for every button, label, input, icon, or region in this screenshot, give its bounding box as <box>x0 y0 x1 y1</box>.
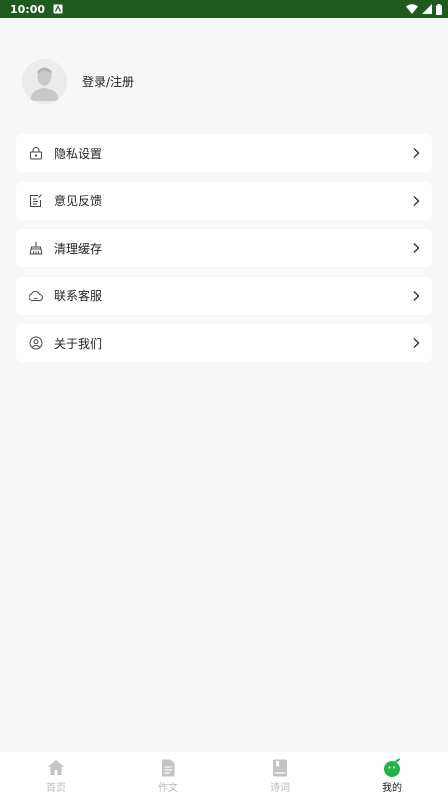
menu-item-feedback[interactable]: 意见反馈 <box>16 181 432 220</box>
lock-icon <box>28 145 44 161</box>
tab-label-essay: 作文 <box>158 783 178 794</box>
wifi-icon <box>406 4 418 14</box>
user-circle-icon <box>28 335 44 351</box>
signal-icon <box>422 4 432 14</box>
tab-essay[interactable]: 作文 <box>112 752 224 798</box>
status-time: 10:00 <box>10 2 46 16</box>
settings-menu: 隐私设置 意见反馈 清理缓存 联系客服 关于我们 <box>16 134 432 372</box>
battery-icon <box>436 3 442 15</box>
menu-label-privacy: 隐私设置 <box>54 146 103 161</box>
tab-label-home: 首页 <box>46 783 66 794</box>
menu-item-customer-service[interactable]: 联系客服 <box>16 276 432 315</box>
menu-label-customer-service: 联系客服 <box>54 289 103 303</box>
tab-label-poetry: 诗词 <box>270 783 290 794</box>
document-icon <box>162 759 175 777</box>
menu-item-about-us[interactable]: 关于我们 <box>16 324 432 362</box>
chevron-right-icon <box>413 338 420 348</box>
chevron-right-icon <box>413 243 420 253</box>
bottom-tab-bar: 首页 作文 诗词 我的 <box>0 752 448 798</box>
tab-poetry[interactable]: 诗词 <box>224 752 336 798</box>
login-register-link[interactable]: 登录/注册 <box>82 73 134 90</box>
status-bar: 10:00 <box>0 0 448 18</box>
avatar[interactable] <box>22 58 67 104</box>
menu-item-clear-cache[interactable]: 清理缓存 <box>16 229 432 267</box>
menu-label-feedback: 意见反馈 <box>54 194 103 208</box>
menu-item-privacy[interactable]: 隐私设置 <box>16 134 432 172</box>
tab-home[interactable]: 首页 <box>0 752 112 798</box>
home-icon <box>48 760 64 775</box>
notification-icon <box>53 4 63 14</box>
book-icon <box>273 759 287 777</box>
chat-icon <box>28 288 44 304</box>
broom-icon <box>28 240 44 256</box>
tab-mine[interactable]: 我的 <box>336 752 448 798</box>
chevron-right-icon <box>413 195 420 206</box>
profile-icon <box>384 758 400 777</box>
feedback-icon <box>28 193 44 209</box>
menu-label-about-us: 关于我们 <box>54 336 103 351</box>
chevron-right-icon <box>413 290 420 301</box>
profile-section[interactable]: 登录/注册 <box>22 58 134 104</box>
default-avatar-icon <box>22 58 67 104</box>
tab-label-mine: 我的 <box>382 783 402 794</box>
menu-label-clear-cache: 清理缓存 <box>54 241 103 256</box>
chevron-right-icon <box>413 148 420 158</box>
